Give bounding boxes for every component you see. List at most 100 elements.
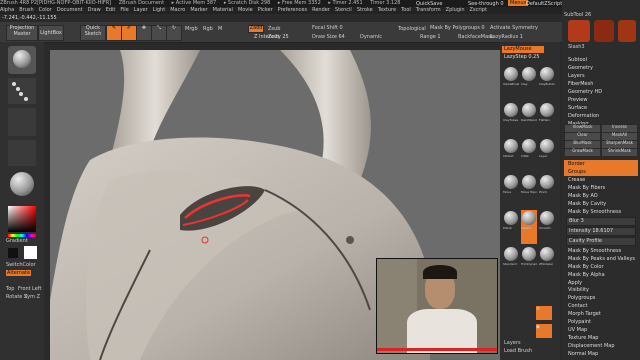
menu-item-crease[interactable]: Crease bbox=[564, 176, 638, 184]
menu-marker[interactable]: Marker bbox=[190, 7, 207, 13]
brush-damstandard[interactable]: DamStandard bbox=[521, 102, 537, 136]
menu-stencil[interactable]: Stencil bbox=[335, 7, 352, 13]
default-button[interactable]: ◆ bbox=[536, 324, 552, 338]
alpha-thumbnail[interactable] bbox=[8, 108, 36, 136]
menu-item-surface[interactable]: Surface bbox=[564, 104, 638, 112]
menu-movie[interactable]: Movie bbox=[238, 7, 253, 13]
menu-item-border[interactable]: Border bbox=[564, 160, 638, 168]
stroke-thumbnail[interactable] bbox=[8, 78, 36, 104]
projection-master-button[interactable]: Projection Master bbox=[6, 25, 38, 41]
rotate-button[interactable]: ↻ bbox=[166, 25, 182, 41]
lazystep-slider[interactable]: LazyStep 0.25 bbox=[502, 54, 544, 61]
menu-brush[interactable]: Brush bbox=[19, 7, 33, 13]
secondary-color-swatch[interactable] bbox=[8, 248, 18, 258]
current-brush-thumbnail[interactable] bbox=[8, 46, 36, 74]
pinch-brush-icon[interactable] bbox=[594, 20, 614, 42]
menu-color[interactable]: Color bbox=[39, 7, 52, 13]
zadd-toggle[interactable]: Zadd bbox=[248, 25, 264, 33]
brush-move[interactable]: Move bbox=[503, 174, 519, 208]
brush-clay[interactable]: Clay bbox=[521, 66, 537, 100]
menu-item-uv-map[interactable]: UV Map bbox=[564, 326, 638, 334]
zsub-toggle[interactable]: Zsub bbox=[268, 26, 280, 32]
dynamic-toggle[interactable]: Dynamic bbox=[360, 34, 382, 40]
sym-z-button[interactable]: Sym Z bbox=[24, 294, 40, 300]
menu-file[interactable]: File bbox=[120, 7, 128, 13]
menu-light[interactable]: Light bbox=[153, 7, 165, 13]
top-view-button[interactable]: Top bbox=[6, 286, 14, 292]
brush-standard[interactable]: Standard bbox=[503, 246, 519, 280]
menu-item-mask-by-peaks-and-valleys[interactable]: Mask By Peaks and Valleys bbox=[564, 255, 638, 263]
menu-material[interactable]: Material bbox=[213, 7, 233, 13]
move-button[interactable]: ✥ bbox=[136, 25, 152, 41]
rgb-toggle[interactable]: Rgb bbox=[203, 26, 213, 32]
menu-item-groups[interactable]: Groups bbox=[564, 168, 638, 176]
range-slider[interactable]: Range 1 bbox=[420, 34, 441, 40]
menu-item-layers[interactable]: Layers bbox=[564, 72, 638, 80]
scale-button[interactable]: ⤡ bbox=[151, 25, 167, 41]
menu-tool[interactable]: Tool bbox=[401, 7, 411, 13]
menu-document[interactable]: Document bbox=[57, 7, 83, 13]
load-brush-button[interactable]: Load Brush bbox=[504, 348, 532, 354]
topological-toggle[interactable]: Topological bbox=[398, 26, 426, 32]
brush-flatten[interactable]: Flatten bbox=[539, 102, 555, 136]
backface-mask-toggle[interactable]: BackfaceMask bbox=[458, 34, 494, 40]
brush-inflat[interactable]: Inflat bbox=[521, 138, 537, 172]
material-thumbnail[interactable] bbox=[10, 172, 34, 196]
brush-slash3[interactable]: Slash3 bbox=[521, 210, 537, 244]
front-view-button[interactable]: Front bbox=[18, 286, 31, 292]
menu-item-normal-map[interactable]: Normal Map bbox=[564, 350, 638, 358]
brush-smooth[interactable]: Smooth bbox=[539, 210, 555, 244]
menu-item-mask-by-fibers[interactable]: Mask By Fibers bbox=[564, 184, 638, 192]
left-view-button[interactable]: Left bbox=[32, 286, 41, 292]
mask-shrinkmask-button[interactable]: ShrinkMask bbox=[601, 148, 638, 157]
brush-claybuildup[interactable]: ClayBuildup bbox=[539, 66, 555, 100]
z-intensity-slider[interactable]: Z Intensity 25 bbox=[254, 34, 289, 40]
slash3-brush-icon[interactable] bbox=[568, 20, 590, 42]
menu-texture[interactable]: Texture bbox=[378, 7, 396, 13]
draw-button[interactable]: ✐ bbox=[121, 25, 137, 41]
menu-item-mask-by-smoothness[interactable]: Mask By Smoothness bbox=[564, 208, 638, 216]
m-toggle[interactable]: M bbox=[218, 26, 222, 32]
brush-alphabrush[interactable]: AlphaBrush bbox=[503, 66, 519, 100]
brush-pinch[interactable]: Pinch bbox=[539, 174, 555, 208]
mask-by-polygroups-slider[interactable]: Mask By Polygroups 0 bbox=[430, 25, 485, 31]
lazymouse-button[interactable]: LazyMouse bbox=[502, 46, 544, 53]
edit-button[interactable]: ✎ bbox=[106, 25, 122, 41]
draw-size-slider[interactable]: Draw Size 64 bbox=[312, 34, 345, 40]
menu-transform[interactable]: Transform bbox=[416, 7, 441, 13]
cavity-profile-button[interactable]: Cavity Profile bbox=[566, 237, 636, 246]
menu-layer[interactable]: Layer bbox=[134, 7, 148, 13]
alternate-button[interactable]: Alternate bbox=[6, 270, 32, 276]
menu-item-mask-by-smoothness[interactable]: Mask By Smoothness bbox=[564, 247, 638, 255]
brush-zmodeler[interactable]: ZModeler bbox=[539, 246, 555, 280]
texture-thumbnail[interactable] bbox=[8, 140, 36, 166]
menu-item-subtool[interactable]: Subtool bbox=[564, 56, 638, 64]
lightbox-button[interactable]: LightBox bbox=[38, 25, 64, 41]
brush-move-topological[interactable]: Move Topological bbox=[521, 174, 537, 208]
menu-item-polygroups[interactable]: Polygroups bbox=[564, 294, 638, 302]
menu-draw[interactable]: Draw bbox=[88, 7, 101, 13]
menu-macro[interactable]: Macro bbox=[170, 7, 185, 13]
menu-item-geometry[interactable]: Geometry bbox=[564, 64, 638, 72]
menu-render[interactable]: Render bbox=[312, 7, 330, 13]
menu-item-displacement-map[interactable]: Displacement Map bbox=[564, 342, 638, 350]
menu-item-polypaint[interactable]: Polypaint bbox=[564, 318, 638, 326]
menu-item-mask-by-cavity[interactable]: Mask By Cavity bbox=[564, 200, 638, 208]
blur-slider[interactable]: Blur 3 bbox=[566, 217, 636, 226]
menu-stroke[interactable]: Stroke bbox=[357, 7, 373, 13]
hue-strip[interactable] bbox=[8, 234, 36, 237]
brush-polish[interactable]: Polish bbox=[503, 210, 519, 244]
lazy-radius-slider[interactable]: LazyRadius 1 bbox=[490, 34, 523, 40]
mask-growmask-button[interactable]: GrowMask bbox=[564, 148, 601, 157]
brush-claytubes[interactable]: ClayTubes bbox=[503, 102, 519, 136]
menu-item-mask-by-ao[interactable]: Mask By AO bbox=[564, 192, 638, 200]
menu-edit[interactable]: Edit bbox=[106, 7, 116, 13]
brush-hpolish[interactable]: hPolish bbox=[503, 138, 519, 172]
standard-brush-icon[interactable] bbox=[618, 20, 636, 42]
menu-item-preview[interactable]: Preview bbox=[564, 96, 638, 104]
menu-item-visibility[interactable]: Visibility bbox=[564, 286, 638, 294]
menu-preferences[interactable]: Preferences bbox=[278, 7, 307, 13]
layers-button[interactable]: ≡ bbox=[536, 306, 552, 320]
brush-trimdynamic[interactable]: TrimDynamic bbox=[521, 246, 537, 280]
menu-item-mask-by-color[interactable]: Mask By Color bbox=[564, 263, 638, 271]
